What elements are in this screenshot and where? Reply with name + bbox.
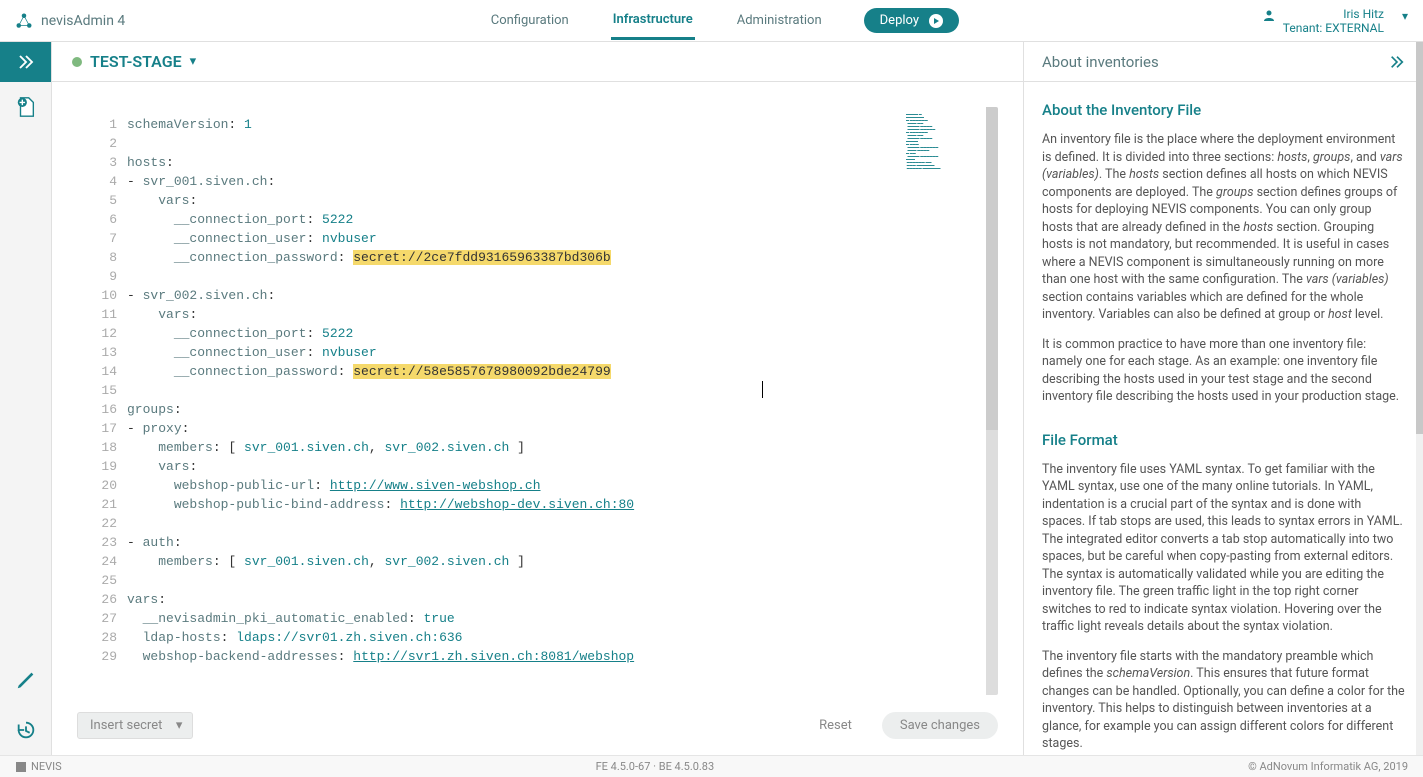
code-line[interactable]: schemaVersion: 1 — [127, 115, 898, 134]
code-line[interactable] — [127, 267, 898, 286]
add-file-button[interactable] — [0, 82, 51, 132]
code-line[interactable]: vars: — [127, 191, 898, 210]
brand-icon — [15, 761, 27, 773]
code-line[interactable]: __nevisadmin_pki_automatic_enabled: true — [127, 609, 898, 628]
minimap-preview: ▬▬▬▬ ▬▬▬▬▬▬▬▬ ▬▬▬▬▬▬ ▬▬▬ ▬▬ ▬▬▬▬ ▬▬▬▬ ▬▬… — [906, 113, 990, 173]
nav-administration[interactable]: Administration — [735, 3, 824, 38]
code-line[interactable]: vars: — [127, 305, 898, 324]
code-line[interactable]: - proxy: — [127, 419, 898, 438]
editor-area: 1234567891011121314151617181920212223242… — [52, 82, 1023, 695]
code-line[interactable]: __connection_port: 5222 — [127, 324, 898, 343]
code-line[interactable] — [127, 571, 898, 590]
logo-cluster: nevisAdmin 4 — [15, 12, 185, 30]
code-line[interactable]: vars: — [127, 457, 898, 476]
code-line[interactable]: members: [ svr_001.siven.ch, svr_002.siv… — [127, 438, 898, 457]
nav-configuration[interactable]: Configuration — [489, 3, 571, 38]
code-line[interactable]: __connection_user: nvbuser — [127, 229, 898, 248]
person-icon — [1263, 9, 1275, 21]
code-content[interactable]: schemaVersion: 1 hosts:- svr_001.siven.ch… — [127, 107, 898, 695]
code-line[interactable]: - svr_001.siven.ch: — [127, 172, 898, 191]
help-panel: About inventories About the Inventory Fi… — [1023, 42, 1423, 755]
code-line[interactable]: __connection_port: 5222 — [127, 210, 898, 229]
deploy-label: Deploy — [880, 13, 919, 28]
inventory-tab-bar: TEST-STAGE ▾ — [52, 42, 1023, 82]
nav-infrastructure[interactable]: Infrastructure — [611, 2, 695, 40]
code-line[interactable]: - svr_002.siven.ch: — [127, 286, 898, 305]
footer-version: FE 4.5.0-67 · BE 4.5.0.83 — [62, 760, 1248, 773]
help-h2: File Format — [1042, 430, 1405, 451]
footer-brand: NEVIS — [15, 760, 62, 773]
code-line[interactable] — [127, 514, 898, 533]
chevron-down-icon[interactable]: ▾ — [190, 54, 197, 69]
app-name: nevisAdmin 4 — [41, 13, 125, 29]
deploy-button[interactable]: Deploy — [864, 8, 959, 33]
play-icon — [929, 14, 943, 28]
pencil-icon — [15, 669, 37, 691]
code-line[interactable]: __connection_password: secret://58e58576… — [127, 362, 898, 381]
primary-nav: Configuration Infrastructure Administrat… — [185, 2, 1263, 40]
minimap-scrollbar[interactable] — [986, 107, 998, 430]
help-p4: The inventory file starts with the manda… — [1042, 648, 1405, 753]
help-header: About inventories — [1024, 42, 1423, 82]
inventory-tab[interactable]: TEST-STAGE — [90, 52, 182, 71]
code-line[interactable]: vars: — [127, 590, 898, 609]
code-line[interactable]: __connection_user: nvbuser — [127, 343, 898, 362]
line-gutter: 1234567891011121314151617181920212223242… — [77, 107, 127, 695]
footer-copyright: © AdNovum Informatik AG, 2019 — [1248, 760, 1408, 773]
text-cursor-icon — [762, 381, 763, 398]
edit-button[interactable] — [0, 655, 51, 705]
chevron-right-double-icon — [17, 53, 35, 71]
chevron-down-icon: ▾ — [1402, 9, 1408, 23]
user-tenant: Tenant: EXTERNAL — [1283, 21, 1384, 35]
help-p3: The inventory file uses YAML syntax. To … — [1042, 461, 1405, 636]
nodes-icon — [15, 12, 33, 30]
center-column: TEST-STAGE ▾ 123456789101112131415161718… — [52, 42, 1023, 755]
help-h1: About the Inventory File — [1042, 100, 1405, 121]
code-line[interactable]: members: [ svr_001.siven.ch, svr_002.siv… — [127, 552, 898, 571]
code-line[interactable] — [127, 381, 898, 400]
save-changes-button[interactable]: Save changes — [882, 712, 998, 739]
page-scrollbar[interactable] — [1416, 42, 1423, 755]
chevron-right-double-icon[interactable] — [1389, 54, 1405, 70]
help-p2: It is common practice to have more than … — [1042, 336, 1405, 406]
user-name: Iris Hitz — [1283, 7, 1384, 21]
code-line[interactable]: ldap-hosts: ldaps://svr01.zh.siven.ch:63… — [127, 628, 898, 647]
code-line[interactable]: __connection_password: secret://2ce7fdd9… — [127, 248, 898, 267]
insert-secret-dropdown[interactable]: Insert secret — [77, 712, 193, 739]
reset-button[interactable]: Reset — [805, 712, 866, 739]
code-line[interactable]: hosts: — [127, 153, 898, 172]
user-menu[interactable]: Iris Hitz Tenant: EXTERNAL ▾ — [1263, 7, 1408, 35]
help-p1: An inventory file is the place where the… — [1042, 131, 1405, 324]
minimap-scrollbar-track[interactable] — [986, 430, 998, 695]
code-line[interactable]: webshop-public-url: http://www.siven-web… — [127, 476, 898, 495]
code-line[interactable]: groups: — [127, 400, 898, 419]
code-line[interactable]: webshop-public-bind-address: http://webs… — [127, 495, 898, 514]
code-line[interactable]: - auth: — [127, 533, 898, 552]
main: TEST-STAGE ▾ 123456789101112131415161718… — [0, 42, 1423, 755]
editor-action-bar: Insert secret Reset Save changes — [52, 695, 1023, 755]
scroll-thumb[interactable] — [1416, 42, 1423, 434]
code-line[interactable] — [127, 134, 898, 153]
header: nevisAdmin 4 Configuration Infrastructur… — [0, 0, 1423, 42]
help-body: About the Inventory File An inventory fi… — [1024, 82, 1423, 755]
code-editor[interactable]: 1234567891011121314151617181920212223242… — [77, 107, 998, 695]
minimap[interactable]: ▬▬▬▬ ▬▬▬▬▬▬▬▬ ▬▬▬▬▬▬ ▬▬▬ ▬▬ ▬▬▬▬ ▬▬▬▬ ▬▬… — [898, 107, 998, 695]
status-dot-icon — [72, 57, 82, 67]
code-line[interactable]: webshop-backend-addresses: http://svr1.z… — [127, 647, 898, 666]
left-rail — [0, 42, 52, 755]
footer: NEVIS FE 4.5.0-67 · BE 4.5.0.83 © AdNovu… — [0, 755, 1423, 777]
history-button[interactable] — [0, 705, 51, 755]
file-plus-icon — [15, 96, 37, 118]
history-icon — [15, 719, 37, 741]
help-title: About inventories — [1042, 53, 1159, 71]
expand-rail-button[interactable] — [0, 42, 51, 82]
